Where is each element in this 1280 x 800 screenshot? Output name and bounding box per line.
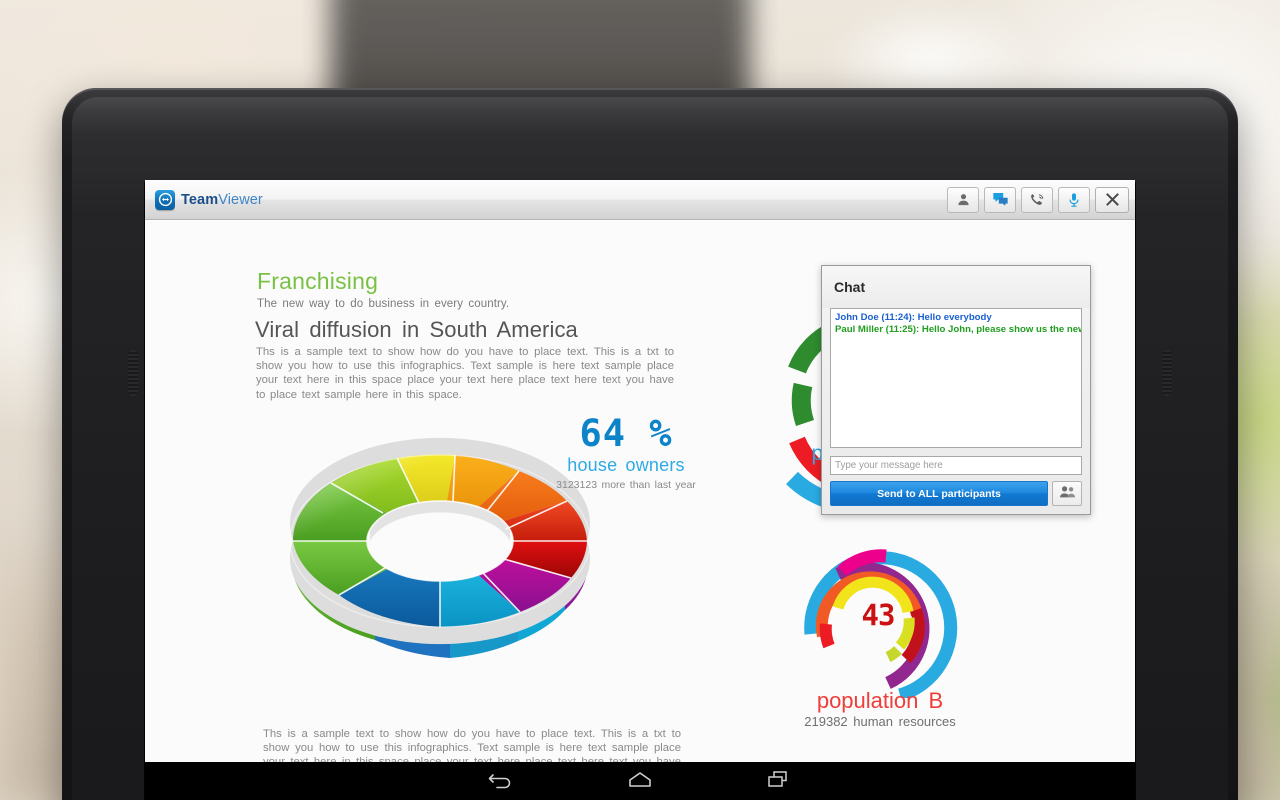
participants-icon [1059, 485, 1076, 503]
stat-value: 64 % [579, 412, 673, 455]
teamviewer-logo-icon [155, 189, 175, 210]
shared-infographic-document: Franchising The new way to do business i… [145, 220, 1135, 800]
document-header: Franchising The new way to do business i… [257, 268, 677, 310]
chat-bubbles-icon [992, 192, 1009, 207]
chat-button[interactable] [984, 186, 1016, 213]
chat-panel-title: Chat [822, 266, 1090, 308]
close-icon [1105, 192, 1120, 207]
population-b-sublabel: 219382 human resources [804, 714, 956, 729]
population-b-chart: 43 [790, 538, 970, 702]
voip-button[interactable] [1021, 186, 1053, 213]
speaker-grill-right [1162, 350, 1172, 396]
teamviewer-toolbar: TeamViewer [145, 180, 1135, 220]
brand-bold: Team [181, 191, 219, 208]
chat-message-input[interactable] [830, 456, 1082, 475]
teamviewer-wordmark: TeamViewer [181, 192, 263, 208]
nav-recents-button[interactable] [757, 766, 799, 796]
stat-sublabel: 3123123 more than last year [556, 479, 696, 491]
person-icon [956, 192, 971, 207]
nav-back-button[interactable] [481, 766, 523, 796]
send-to-all-participants-button[interactable]: Send to ALL participants [830, 481, 1048, 506]
speaker-grill-left [128, 350, 138, 396]
stat-label: house owners [567, 455, 685, 475]
population-b-value: 43 [862, 598, 895, 632]
microphone-icon [1067, 192, 1081, 208]
stat-house-owners: 64 % house owners 3123123 more than last… [521, 412, 731, 492]
population-b-label: population B [816, 688, 944, 713]
body-paragraph-top: Ths is a sample text to show how do you … [256, 346, 674, 401]
phone-icon [1029, 192, 1045, 208]
chat-actions: Send to ALL participants [830, 481, 1082, 506]
nav-home-button[interactable] [619, 766, 661, 796]
back-arrow-icon [488, 769, 516, 794]
brand-light: Viewer [218, 191, 263, 208]
chat-participants-button[interactable] [1052, 481, 1082, 506]
chat-message: John Doe (11:24): Hello everybody [835, 312, 992, 323]
teamviewer-app-screen: TeamViewer Franchising The new way to do… [145, 180, 1135, 800]
chat-panel: Chat John Doe (11:24): Hello everybody P… [821, 265, 1091, 515]
chat-input-wrapper [830, 455, 1082, 475]
toolbar-buttons [947, 186, 1129, 213]
android-navigation-bar [145, 762, 1135, 800]
close-button[interactable] [1095, 186, 1129, 213]
recents-icon [765, 769, 791, 794]
document-eyebrow-subtitle: The new way to do business in every coun… [257, 298, 510, 310]
chat-message: Paul Miller (11:25): Hello John, please … [835, 324, 1081, 335]
teamviewer-brand: TeamViewer [155, 189, 263, 210]
chat-message-log[interactable]: John Doe (11:24): Hello everybody Paul M… [830, 308, 1082, 448]
participants-button[interactable] [947, 186, 979, 213]
microphone-button[interactable] [1058, 186, 1090, 213]
document-eyebrow-title: Franchising [257, 268, 379, 294]
home-icon [626, 769, 654, 794]
page-title: Viral diffusion in South America [255, 317, 578, 342]
